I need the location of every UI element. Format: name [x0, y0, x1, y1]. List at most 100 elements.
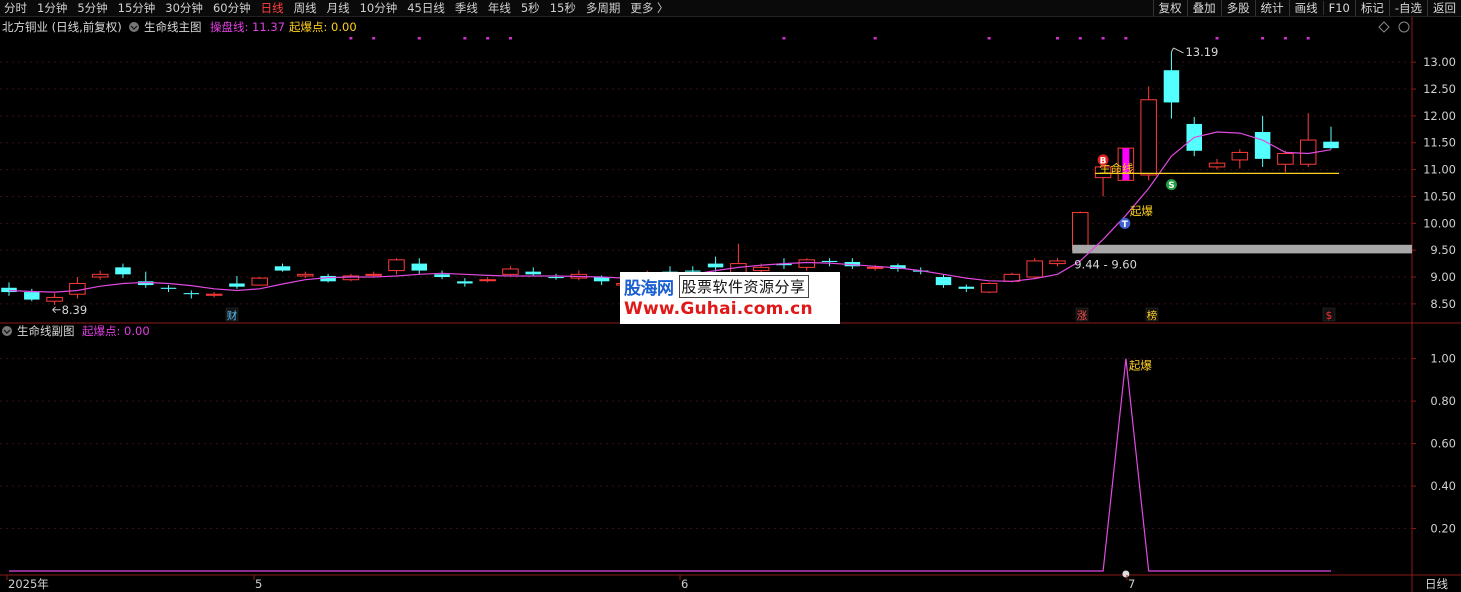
main-y-tick-label: 11.00: [1423, 163, 1456, 177]
candle[interactable]: [1254, 115, 1271, 167]
candle-body: [502, 268, 519, 275]
candle[interactable]: [457, 278, 473, 287]
candle-body: [821, 260, 838, 262]
candle-body: [1026, 260, 1043, 278]
main-y-tick-label: 12.50: [1423, 82, 1456, 96]
t-marker: T: [1119, 217, 1131, 230]
candle[interactable]: [980, 282, 998, 294]
event-badge-cai[interactable]: 财: [225, 307, 239, 322]
candle[interactable]: [205, 292, 223, 298]
event-badge-s[interactable]: $: [1322, 307, 1336, 322]
range-label: 9.44 - 9.60: [1074, 257, 1137, 271]
candle-body: [434, 274, 450, 278]
signal-dot: [1101, 37, 1105, 40]
candle-body: [707, 263, 724, 268]
candle[interactable]: [1140, 86, 1157, 181]
candle[interactable]: [274, 263, 291, 272]
candle-body: [388, 259, 405, 272]
high-label: 13.19: [1185, 45, 1218, 59]
signal-dot: [1261, 37, 1265, 40]
candle[interactable]: [844, 258, 861, 269]
candle[interactable]: [46, 293, 63, 305]
candle-body: [958, 286, 975, 289]
support-band: [1072, 244, 1412, 254]
candle-body: [411, 263, 428, 271]
candle[interactable]: [183, 290, 200, 299]
candle[interactable]: [115, 263, 131, 279]
candle-body: [1208, 162, 1226, 168]
main-y-tick-label: 12.00: [1423, 109, 1456, 123]
diamond-icon[interactable]: [1378, 21, 1390, 33]
svg-text:$: $: [1326, 310, 1333, 322]
candle-body: [229, 283, 245, 287]
candle[interactable]: [1208, 158, 1226, 170]
candle[interactable]: [1277, 150, 1294, 173]
low-pointer: [52, 306, 61, 314]
candle[interactable]: [91, 270, 109, 280]
candle-body: [1140, 99, 1157, 176]
sub-y-tick-label: 1.00: [1430, 352, 1456, 366]
x-tick-label: 5: [255, 577, 262, 591]
candle[interactable]: [798, 258, 816, 271]
candle[interactable]: [388, 258, 405, 275]
candle[interactable]: [1026, 258, 1043, 279]
svg-text:财: 财: [227, 309, 238, 322]
candle[interactable]: [411, 258, 428, 275]
signal-dot: [873, 37, 877, 40]
qibao-value: 起爆点: 0.00: [289, 20, 357, 34]
candle[interactable]: [160, 285, 177, 293]
sub-collapse-toggle-icon[interactable]: [2, 326, 12, 336]
candle[interactable]: [1049, 258, 1066, 267]
period-indicator: 日线: [1425, 577, 1448, 591]
candle[interactable]: [525, 267, 541, 276]
candle[interactable]: [821, 258, 838, 267]
signal-dot: [417, 37, 421, 40]
main-y-tick-label: 9.00: [1430, 270, 1456, 284]
main-y-tick-label: 8.50: [1430, 297, 1456, 311]
candle[interactable]: [570, 270, 588, 281]
main-y-tick-label: 11.50: [1423, 136, 1456, 150]
candle-body: [525, 271, 541, 275]
event-badge-zhang[interactable]: 涨: [1075, 307, 1089, 322]
collapse-toggle-icon[interactable]: [129, 22, 139, 32]
candle[interactable]: [958, 284, 975, 293]
sub-y-tick-label: 0.80: [1430, 394, 1456, 408]
watermark-logo: 股海网: [624, 279, 674, 299]
candle-body: [183, 293, 200, 295]
candle-body: [205, 293, 223, 296]
candle[interactable]: [548, 273, 564, 280]
signal-dot: [463, 37, 467, 40]
candle[interactable]: [229, 275, 245, 289]
candle-body: [548, 277, 564, 279]
candle[interactable]: [479, 277, 496, 283]
candle[interactable]: [69, 277, 86, 299]
sub-y-tick-label: 0.60: [1430, 437, 1456, 451]
candle-body: [365, 273, 382, 276]
sub-y-tick-label: 0.20: [1430, 522, 1456, 536]
settings-icon[interactable]: [1398, 21, 1410, 33]
watermark-slogan: 股票软件资源分享: [678, 275, 809, 298]
candle[interactable]: [1231, 149, 1249, 169]
svg-text:榜: 榜: [1147, 309, 1158, 322]
candle[interactable]: [1, 282, 17, 296]
x-tick-label: 2025年: [8, 577, 49, 591]
candle[interactable]: [297, 271, 314, 279]
candle[interactable]: [251, 277, 268, 286]
qibao-line: [9, 358, 1331, 572]
candle[interactable]: [434, 270, 450, 280]
candle-body: [1277, 152, 1294, 165]
sell-marker: S: [1165, 179, 1177, 191]
candle[interactable]: [935, 274, 952, 288]
candle-body: [24, 292, 40, 300]
candle-body: [115, 267, 131, 275]
candle[interactable]: [1323, 126, 1339, 150]
candle[interactable]: [138, 271, 154, 288]
candle-body: [1254, 132, 1271, 159]
candle[interactable]: [1299, 113, 1317, 167]
candle-body: [297, 273, 314, 277]
candle[interactable]: [502, 266, 519, 276]
event-badge-bang[interactable]: 榜: [1145, 307, 1159, 322]
candle-body: [274, 266, 291, 271]
qibao-label: 起爆: [1130, 204, 1153, 218]
signal-dot: [1283, 37, 1287, 40]
